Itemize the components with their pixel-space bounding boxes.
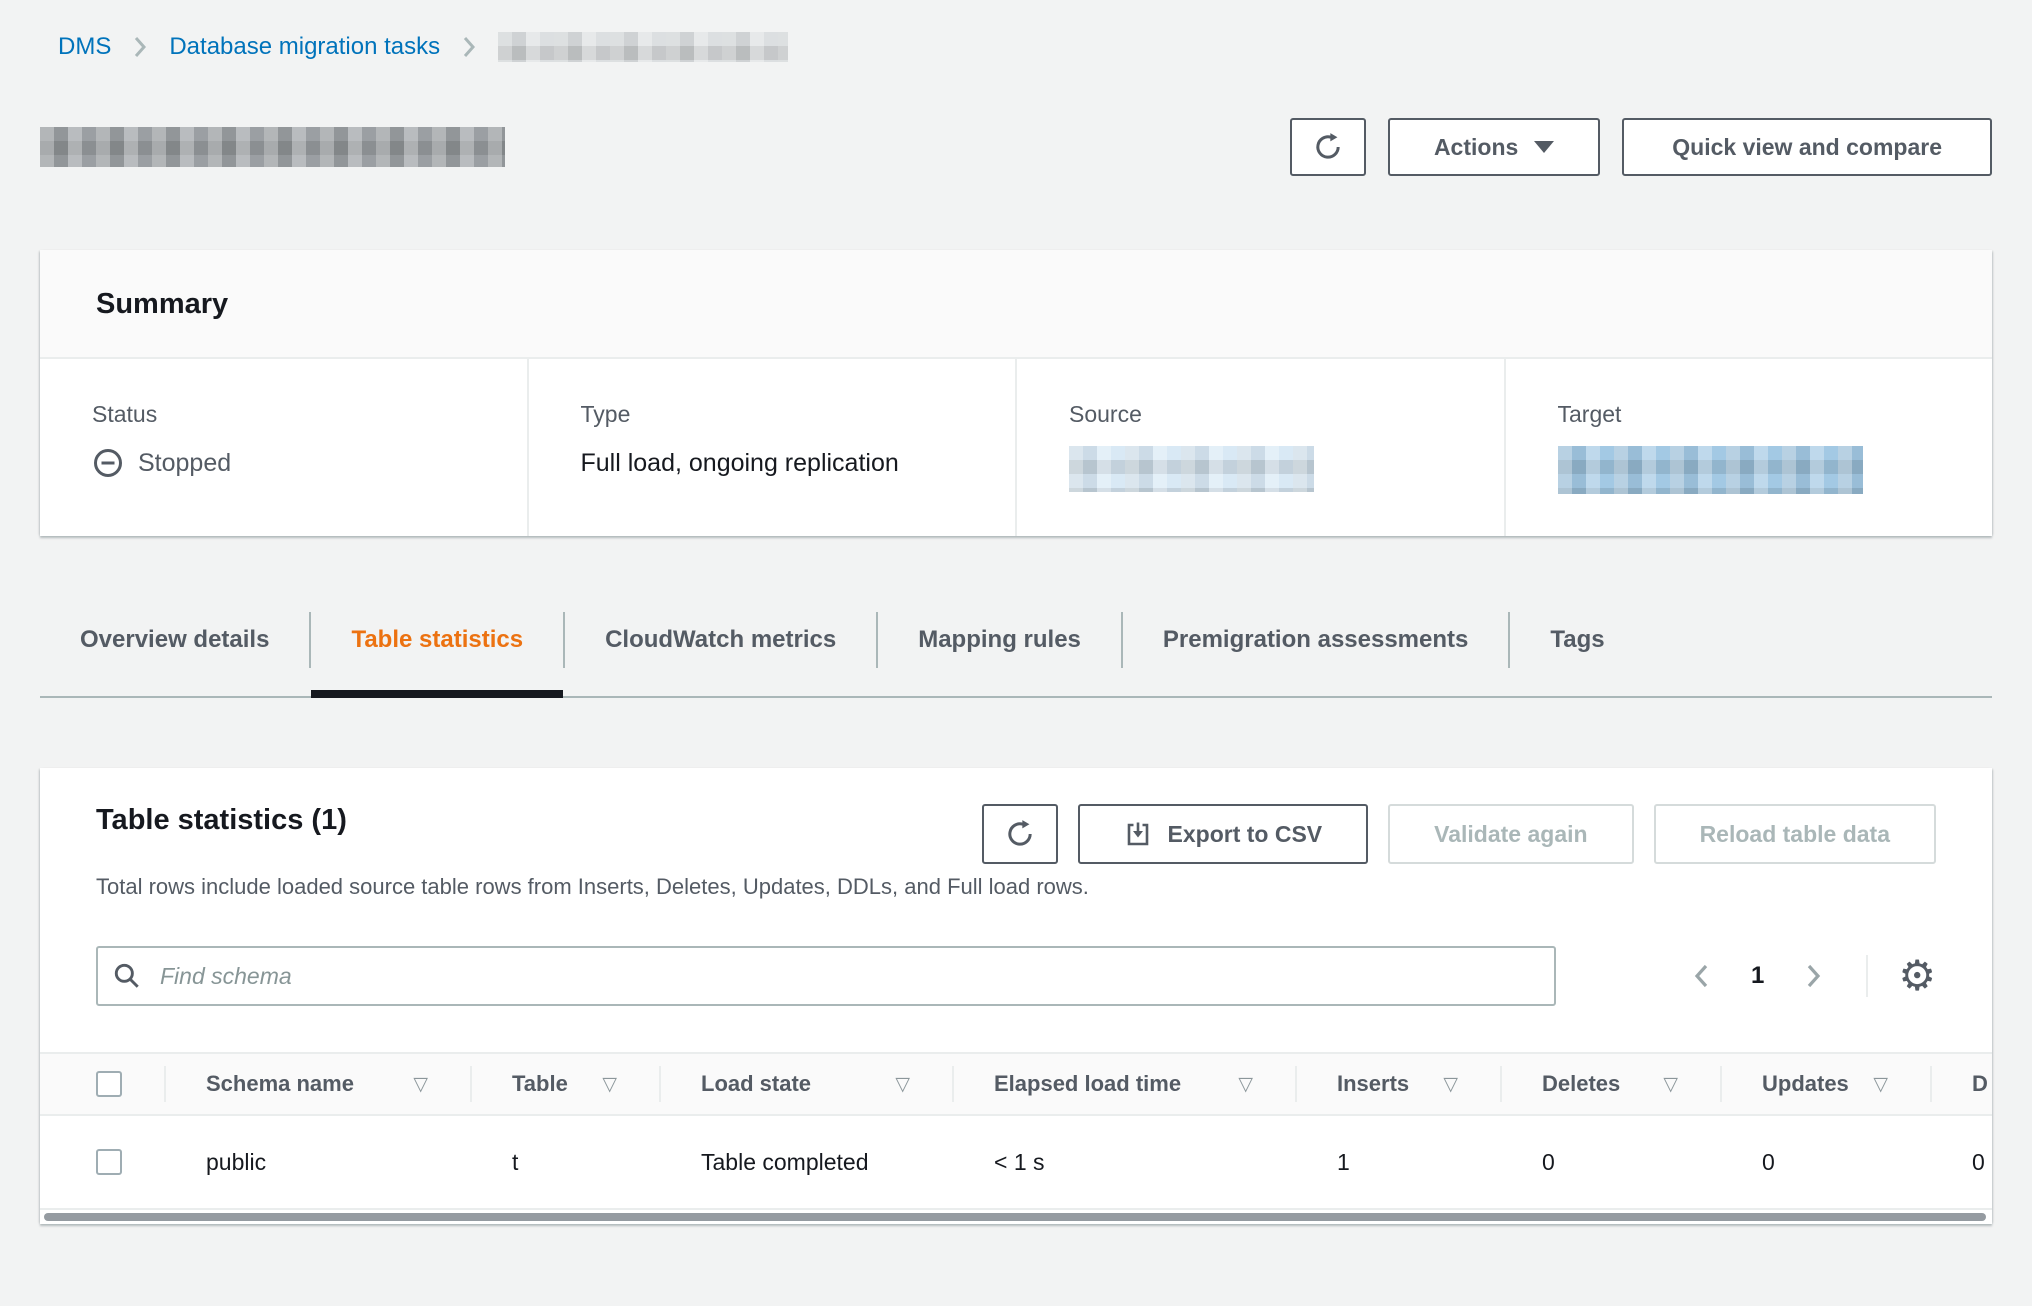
summary-card-header: Summary [40,250,1992,359]
column-header-load-state[interactable]: Load state▽ [659,1054,952,1114]
tab-premigration-assessments[interactable]: Premigration assessments [1123,612,1510,668]
tab-overview-details[interactable]: Overview details [40,612,311,668]
column-header-schema-name[interactable]: Schema name▽ [164,1054,470,1114]
cell-elapsed-load-time: < 1 s [952,1116,1295,1208]
tab-tags[interactable]: Tags [1510,612,1644,668]
refresh-icon [1313,132,1343,162]
breadcrumb-link-dms[interactable]: DMS [58,33,111,61]
summary-field-source: Source [1015,359,1504,536]
actions-label: Actions [1434,134,1518,161]
table-statistics-header: Table statistics (1) [40,804,1992,864]
caret-down-icon [1534,141,1554,153]
refresh-table-button[interactable] [982,804,1058,864]
row-select-cell [40,1116,164,1208]
column-header-elapsed-load-time[interactable]: Elapsed load time▽ [952,1054,1295,1114]
cell-load-state: Table completed [659,1116,952,1208]
page-header: Actions Quick view and compare [40,118,1992,176]
summary-field-target: Target [1504,359,1993,536]
cell-schema-name: public [164,1116,470,1208]
summary-title: Summary [96,288,1936,321]
export-to-csv-button[interactable]: Export to CSV [1078,804,1369,864]
chevron-right-icon [462,35,476,59]
source-label: Source [1069,401,1484,428]
table-statistics-table: Schema name▽ Table▽ Load state▽ Elapsed … [40,1052,1992,1224]
scrollbar-thumb[interactable] [44,1213,1986,1221]
tab-table-statistics[interactable]: Table statistics [311,612,565,668]
cell-inserts: 1 [1295,1116,1500,1208]
table-controls: 1 ⚙ [40,946,1992,1006]
tab-cloudwatch-metrics[interactable]: CloudWatch metrics [565,612,878,668]
breadcrumb-current-redacted [498,32,788,62]
horizontal-scrollbar[interactable] [40,1210,1992,1224]
reload-table-data-button[interactable]: Reload table data [1654,804,1936,864]
target-label: Target [1558,401,1973,428]
source-link-redacted[interactable] [1069,446,1314,492]
sort-icon[interactable]: ▽ [602,1073,617,1095]
validate-again-button[interactable]: Validate again [1388,804,1633,864]
chevron-right-icon [133,35,147,59]
column-header-ddls-clipped[interactable]: D [1930,1054,1992,1114]
select-all-cell [40,1054,164,1114]
actions-dropdown-button[interactable]: Actions [1388,118,1600,176]
page-title-redacted [40,127,505,167]
table-statistics-card: Table statistics (1) [40,768,1992,1224]
select-all-checkbox[interactable] [96,1071,122,1097]
previous-page-button[interactable] [1685,956,1719,996]
table-statistics-description: Total rows include loaded source table r… [96,874,1936,900]
refresh-icon [1005,819,1035,849]
export-label: Export to CSV [1168,821,1323,848]
table-statistics-buttons: Export to CSV Validate again Reload tabl… [982,804,1936,864]
find-schema-input[interactable] [96,946,1556,1006]
cell-ddls-clipped: 0 [1930,1116,1992,1208]
cell-updates: 0 [1720,1116,1930,1208]
breadcrumb: DMS Database migration tasks [40,32,1992,62]
sort-icon[interactable]: ▽ [1873,1073,1888,1095]
column-header-inserts[interactable]: Inserts▽ [1295,1054,1500,1114]
sort-icon[interactable]: ▽ [1663,1073,1678,1095]
current-page-number[interactable]: 1 [1751,962,1764,990]
column-header-deletes[interactable]: Deletes▽ [1500,1054,1720,1114]
cell-table: t [470,1116,659,1208]
type-value: Full load, ongoing replication [581,446,996,480]
sort-icon[interactable]: ▽ [1443,1073,1458,1095]
summary-field-status: Status Stopped [40,359,527,536]
schema-search [96,946,1556,1006]
pagination-divider [1866,955,1868,997]
column-header-table[interactable]: Table▽ [470,1054,659,1114]
status-value: Stopped [92,446,507,480]
tab-mapping-rules[interactable]: Mapping rules [878,612,1123,668]
cell-deletes: 0 [1500,1116,1720,1208]
quick-view-compare-button[interactable]: Quick view and compare [1622,118,1992,176]
sort-icon[interactable]: ▽ [895,1073,910,1095]
row-checkbox[interactable] [96,1149,122,1175]
table-row: public t Table completed < 1 s 1 0 0 0 [40,1116,1992,1210]
header-actions: Actions Quick view and compare [1290,118,1992,176]
search-icon [112,961,142,991]
refresh-task-button[interactable] [1290,118,1366,176]
target-link-redacted[interactable] [1558,446,1863,494]
column-header-updates[interactable]: Updates▽ [1720,1054,1930,1114]
stopped-circle-minus-icon [92,447,124,479]
summary-field-type: Type Full load, ongoing replication [527,359,1016,536]
status-label: Status [92,401,507,428]
sort-icon[interactable]: ▽ [413,1073,428,1095]
summary-card: Summary Status Stopped Type [40,250,1992,536]
next-page-button[interactable] [1796,956,1830,996]
sort-icon[interactable]: ▽ [1238,1073,1253,1095]
download-icon [1124,820,1152,848]
breadcrumb-link-migration-tasks[interactable]: Database migration tasks [169,33,440,61]
summary-body: Status Stopped Type Full load, ongoing r… [40,359,1992,536]
status-text: Stopped [138,449,231,478]
table-header-row: Schema name▽ Table▽ Load state▽ Elapsed … [40,1052,1992,1116]
task-tabs: Overview details Table statistics CloudW… [40,612,1992,698]
type-label: Type [581,401,996,428]
dms-task-page: DMS Database migration tasks Actions [0,32,2032,1224]
table-settings-gear-icon[interactable]: ⚙ [1898,955,1936,997]
table-statistics-title: Table statistics (1) [96,804,347,837]
pagination: 1 ⚙ [1685,955,1936,997]
